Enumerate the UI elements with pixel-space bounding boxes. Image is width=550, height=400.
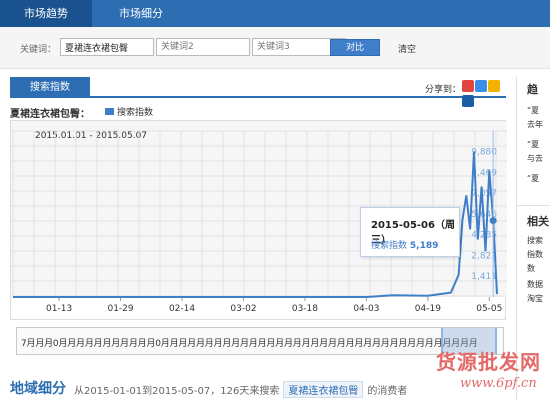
sidebar-item[interactable]: “夏	[527, 105, 539, 116]
compare-button[interactable]: 对比	[330, 39, 380, 56]
panel-tabbar: 搜索指数 分享到：	[10, 77, 506, 107]
clear-link[interactable]: 清空	[398, 42, 416, 55]
sidebar-item: 数据	[527, 280, 543, 289]
x-axis-tick-label: 03-02	[230, 304, 256, 314]
sidebar-divider	[517, 205, 550, 206]
date-range-slider[interactable]: 7月月月0月月月月月月月月月月月0月月月月月月月月月月月月月月月月月月月月月月月…	[16, 327, 504, 355]
region-desc-prefix: 从2015-01-01到2015-05-07，126天来搜索	[74, 386, 280, 397]
sidebar-item: 指数	[527, 250, 543, 259]
tab-search-index[interactable]: 搜索指数	[10, 77, 90, 98]
watermark-text: 货源批发网	[436, 350, 541, 374]
region-description: 从2015-01-01到2015-05-07，126天来搜索 夏裙连衣裙包臀 的消费…	[74, 381, 407, 398]
sidebar-heading-related: 相关	[527, 215, 549, 228]
legend-swatch	[105, 108, 114, 115]
sidebar-item: 数	[527, 264, 535, 273]
region-desc-suffix: 的消费者	[367, 386, 408, 397]
sidebar-item: 搜索	[527, 236, 543, 245]
range-labels: 7月月月0月月月月月月月月月月月0月月月月月月月月月月月月月月月月月月月月月月月…	[21, 339, 478, 349]
x-axis-tick-label: 01-13	[46, 304, 72, 314]
keyword-2-input[interactable]	[156, 38, 250, 56]
x-axis-tick-label: 04-03	[353, 304, 379, 314]
legend-label[interactable]: 搜索指数	[117, 105, 153, 118]
chart-title: 夏裙连衣裙包臀：	[10, 109, 90, 120]
chart-tooltip: 2015-05-06（周三） 搜索指数 5,189	[360, 207, 460, 257]
qzone-share-icon[interactable]	[475, 80, 487, 92]
sidebar-item[interactable]: “夏	[527, 173, 539, 184]
keyword-1-input[interactable]	[60, 38, 154, 56]
region-keyword-badge: 夏裙连衣裙包臀	[283, 381, 364, 398]
top-nav: 市场趋势 市场细分	[0, 0, 550, 27]
region-section-title: 地域细分	[10, 381, 66, 397]
tab-market-segment[interactable]: 市场细分	[96, 0, 186, 27]
share-label: 分享到：	[425, 85, 462, 95]
keyword-label: 关键词：	[20, 45, 57, 55]
chart-hover-point	[489, 217, 497, 225]
x-axis-tick-label: 05-05	[476, 304, 502, 314]
x-axis-tick-label: 04-19	[415, 304, 441, 314]
sidebar-item: 淘宝	[527, 294, 543, 303]
tab-market-trend[interactable]: 市场趋势	[0, 0, 92, 27]
renren-share-icon[interactable]	[462, 95, 474, 107]
share-icons	[462, 80, 506, 107]
star-share-icon[interactable]	[488, 80, 500, 92]
tooltip-value-number: 5,189	[409, 241, 439, 251]
sidebar-item: 与去	[527, 154, 543, 163]
x-axis-tick-label: 02-14	[169, 304, 195, 314]
keyword-bar: 关键词： 对比 清空	[0, 27, 550, 69]
sidebar-item: 去年	[527, 120, 543, 129]
x-axis-tick-label: 01-29	[107, 304, 133, 314]
x-axis-tick-label: 03-18	[292, 304, 318, 314]
sidebar-item[interactable]: “夏	[527, 139, 539, 150]
weibo-share-icon[interactable]	[462, 80, 474, 92]
sidebar-heading: 趋	[527, 83, 538, 96]
tooltip-value: 搜索指数 5,189	[371, 238, 438, 251]
chart-date-range-label: 2015.01.01 - 2015.05.07	[35, 131, 147, 141]
tooltip-value-label: 搜索指数	[371, 241, 408, 251]
watermark-url: www.6pf.cn	[460, 376, 537, 391]
watermark: 货源批发网 www.6pf.cn	[436, 346, 550, 400]
